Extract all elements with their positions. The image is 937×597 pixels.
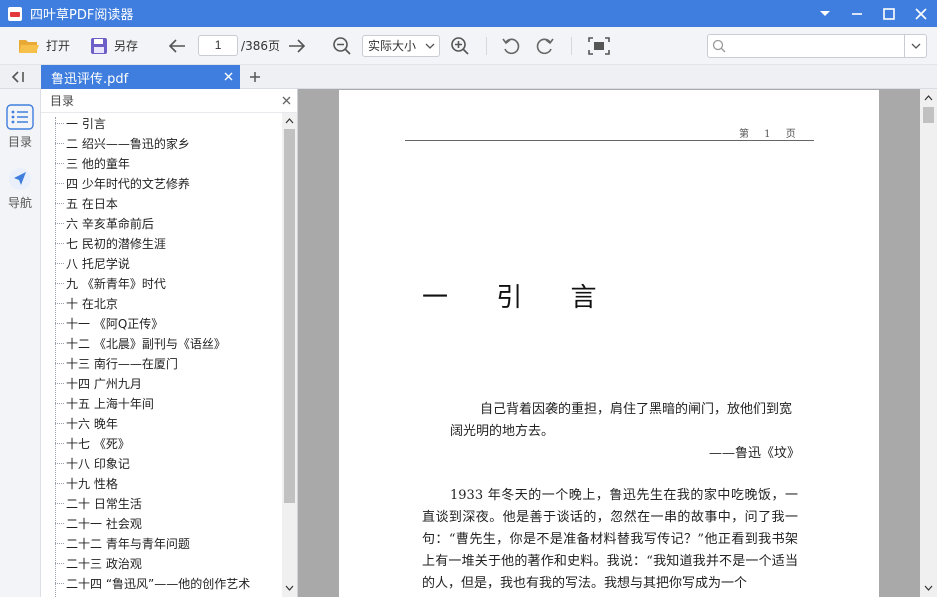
toc-item[interactable]: 十二 《北晨》副刊与《语丝》: [55, 333, 226, 353]
zoom-in-icon: [450, 36, 470, 56]
toc-item[interactable]: 五 在日本: [55, 193, 118, 213]
search-options-dropdown[interactable]: [904, 35, 926, 57]
rotate-right-icon: [535, 36, 555, 56]
toc-item[interactable]: 二十四 “鲁迅风”——他的创作艺术: [55, 573, 250, 593]
minimize-icon[interactable]: [841, 0, 873, 27]
rotate-left-icon: [501, 36, 521, 56]
tab-bar: 鲁迅评传.pdf: [0, 65, 937, 89]
save-as-label: 另存: [114, 39, 139, 53]
zoom-out-button[interactable]: [328, 32, 356, 60]
left-rail: 目录 导航: [0, 89, 41, 597]
arrow-right-icon: [288, 38, 306, 54]
tab-label: 鲁迅评传.pdf: [51, 71, 129, 87]
toc-item[interactable]: 七 民初的潜修生涯: [55, 233, 166, 253]
rail-nav-label: 导航: [7, 196, 32, 210]
page-number-input[interactable]: 1: [198, 35, 239, 56]
toc-item[interactable]: 一 引言: [55, 113, 106, 133]
collapse-sidebar-icon[interactable]: [8, 68, 30, 86]
rail-toc-button[interactable]: 目录: [0, 104, 40, 150]
rail-nav-button[interactable]: 导航: [0, 167, 40, 211]
pdf-page: 第 1 页 一 引 言 自己背着因袭的重担，肩住了黑暗的闸门，放他们到宽阔光明的…: [339, 90, 879, 597]
toolbar-divider: [485, 36, 487, 55]
header-rule: [405, 140, 814, 141]
menu-dropdown-icon[interactable]: [809, 0, 841, 27]
toc-panel: 目录 一 引言 二 绍兴——鲁迅的家乡 三 他的童年 四 少年时代的文艺修养 五…: [41, 89, 298, 597]
zoom-select[interactable]: 实际大小: [361, 34, 440, 57]
folder-open-icon: [18, 37, 40, 55]
toc-scrollbar[interactable]: [282, 113, 297, 597]
document-view[interactable]: 第 1 页 一 引 言 自己背着因袭的重担，肩住了黑暗的闸门，放他们到宽阔光明的…: [298, 89, 920, 597]
toolbar: 打开 另存 1 /386页 实际大小: [0, 27, 937, 65]
arrow-left-icon: [168, 38, 186, 54]
toc-item[interactable]: 十八 印象记: [55, 453, 130, 473]
scroll-down-icon[interactable]: [284, 581, 295, 595]
tab-document[interactable]: 鲁迅评传.pdf: [41, 65, 240, 89]
toc-item[interactable]: 十四 广州九月: [55, 373, 142, 393]
document-scroll-thumb[interactable]: [923, 107, 934, 123]
document-scrollbar[interactable]: [920, 89, 937, 597]
chevron-down-icon: [425, 43, 435, 49]
toc-item[interactable]: 二十一 社会观: [55, 513, 142, 533]
save-as-button[interactable]: 另存: [86, 32, 142, 60]
body-text: 1933 年冬天的一个晚上，鲁迅先生在我的家中吃晚饭，一直谈到深夜。他是善于谈话…: [422, 488, 798, 591]
toc-item[interactable]: 十三 南行——在厦门: [55, 353, 178, 373]
toc-item[interactable]: 十七 《死》: [55, 433, 130, 453]
toc-header: 目录: [41, 89, 297, 113]
epigraph-source: ——鲁迅《坟》: [709, 446, 801, 461]
toc-item[interactable]: 二十三 政治观: [55, 553, 142, 573]
add-tab-icon[interactable]: [246, 68, 264, 86]
scroll-down-icon[interactable]: [923, 581, 934, 595]
maximize-icon[interactable]: [873, 0, 905, 27]
open-label: 打开: [46, 39, 71, 53]
search-input[interactable]: [730, 36, 904, 56]
rotate-right-button[interactable]: [531, 32, 559, 60]
scroll-up-icon[interactable]: [923, 91, 934, 105]
app-title: 四叶草PDF阅读器: [30, 8, 134, 23]
epigraph: 自己背着因袭的重担，肩住了黑暗的闸门，放他们到宽阔光明的地方去。: [450, 402, 793, 439]
toc-item[interactable]: 十九 性格: [55, 473, 118, 493]
toc-item[interactable]: 十六 晚年: [55, 413, 118, 433]
previous-page-button[interactable]: [164, 32, 190, 60]
close-icon[interactable]: [905, 0, 937, 27]
toc-item[interactable]: 十一 《阿Q正传》: [55, 313, 163, 333]
toc-item[interactable]: 四 少年时代的文艺修养: [55, 173, 190, 193]
scroll-up-icon[interactable]: [284, 114, 295, 128]
toc-title: 目录: [50, 94, 75, 108]
toc-list: 一 引言 二 绍兴——鲁迅的家乡 三 他的童年 四 少年时代的文艺修养 五 在日…: [41, 113, 282, 597]
save-icon: [90, 37, 108, 55]
title-bar: 四叶草PDF阅读器: [0, 0, 937, 27]
search-icon: [708, 39, 730, 53]
toc-item[interactable]: 二十 日常生活: [55, 493, 142, 513]
toc-item[interactable]: 十 在北京: [55, 293, 118, 313]
toc-item[interactable]: 六 辛亥革命前后: [55, 213, 154, 233]
search-box: [707, 34, 927, 58]
running-head: 第 1 页: [739, 129, 802, 140]
rail-toc-label: 目录: [7, 135, 32, 149]
window-controls: [809, 0, 937, 27]
toc-item[interactable]: 二 绍兴——鲁迅的家乡: [55, 133, 190, 153]
toc-item[interactable]: 二十二 青年与青年问题: [55, 533, 190, 553]
toc-item[interactable]: 十五 上海十年间: [55, 393, 154, 413]
toc-scroll-thumb[interactable]: [284, 129, 295, 503]
zoom-out-icon: [332, 36, 352, 56]
list-icon: [6, 104, 34, 130]
toc-close-icon[interactable]: [282, 96, 291, 105]
next-page-button[interactable]: [284, 32, 310, 60]
tab-close-icon[interactable]: [222, 70, 234, 82]
open-button[interactable]: 打开: [14, 32, 74, 60]
zoom-mode-label: 实际大小: [367, 39, 416, 53]
toolbar-divider: [570, 36, 572, 55]
fit-page-button[interactable]: [584, 32, 614, 60]
app-logo-icon: [8, 6, 22, 21]
fit-screen-icon: [588, 36, 610, 55]
toc-item[interactable]: 三 他的童年: [55, 153, 130, 173]
navigation-arrow-icon: [8, 167, 32, 191]
rotate-left-button[interactable]: [497, 32, 525, 60]
page-total: /386页: [241, 39, 280, 53]
zoom-in-button[interactable]: [446, 32, 474, 60]
chapter-title: 一 引 言: [422, 283, 617, 313]
toc-item[interactable]: 八 托尼学说: [55, 253, 130, 273]
toc-item[interactable]: 九 《新青年》时代: [55, 273, 166, 293]
